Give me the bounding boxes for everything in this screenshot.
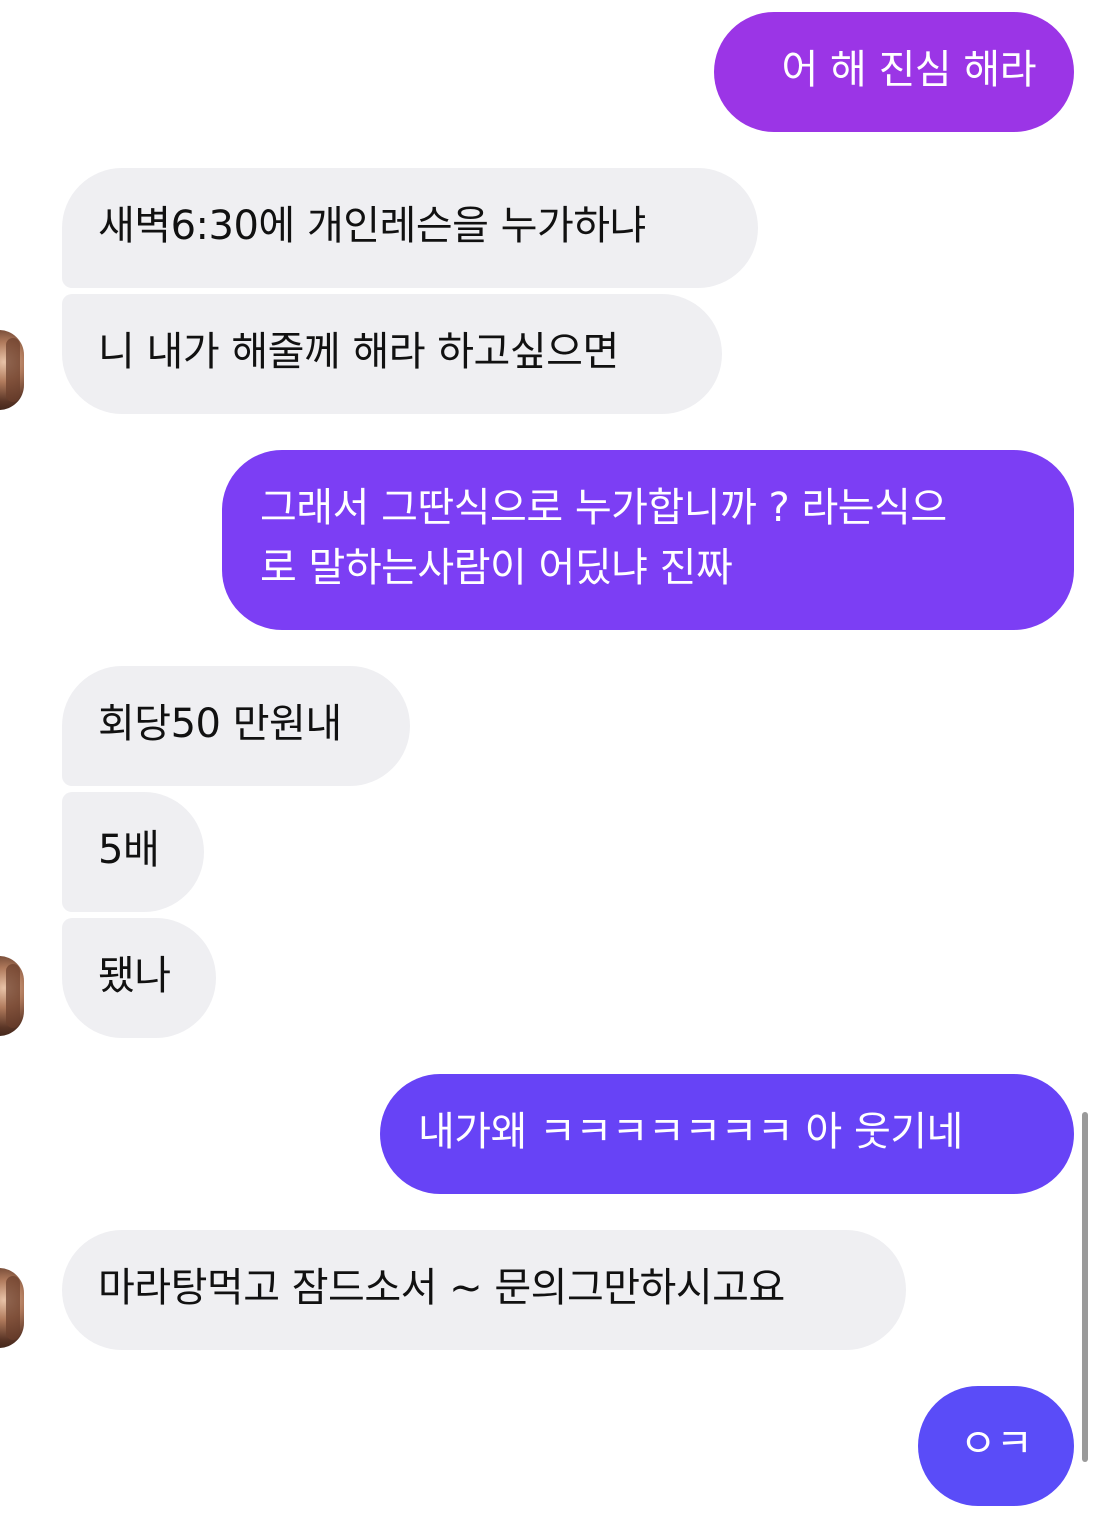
received-message[interactable]: 새벽6:30에 개인레슨을 누가하냐 <box>62 168 758 288</box>
received-message[interactable]: 마라탕먹고 잠드소서 ~ 문의그만하시고요 <box>62 1230 906 1350</box>
received-message[interactable]: 회당50 만원내 <box>62 666 410 786</box>
sent-message[interactable]: ㅇㅋ <box>918 1386 1074 1506</box>
profile-avatar-icon[interactable] <box>0 956 24 1036</box>
received-message[interactable]: 5배 <box>62 792 204 912</box>
profile-avatar-icon[interactable] <box>0 1268 24 1348</box>
sent-message[interactable]: 그래서 그딴식으로 누가합니까 ? 라는식으 로 말하는사람이 어딨냐 진짜 <box>222 450 1074 630</box>
profile-avatar-icon[interactable] <box>0 330 24 410</box>
sent-message[interactable]: 내가왜 ㅋㅋㅋㅋㅋㅋㅋ 아 웃기네 <box>380 1074 1074 1194</box>
sent-message[interactable]: 어 해 진심 해라 <box>714 12 1074 132</box>
received-message[interactable]: 됐나 <box>62 918 216 1038</box>
received-message[interactable]: 니 내가 해줄께 해라 하고싶으면 <box>62 294 722 414</box>
scrollbar[interactable] <box>1082 1112 1088 1462</box>
